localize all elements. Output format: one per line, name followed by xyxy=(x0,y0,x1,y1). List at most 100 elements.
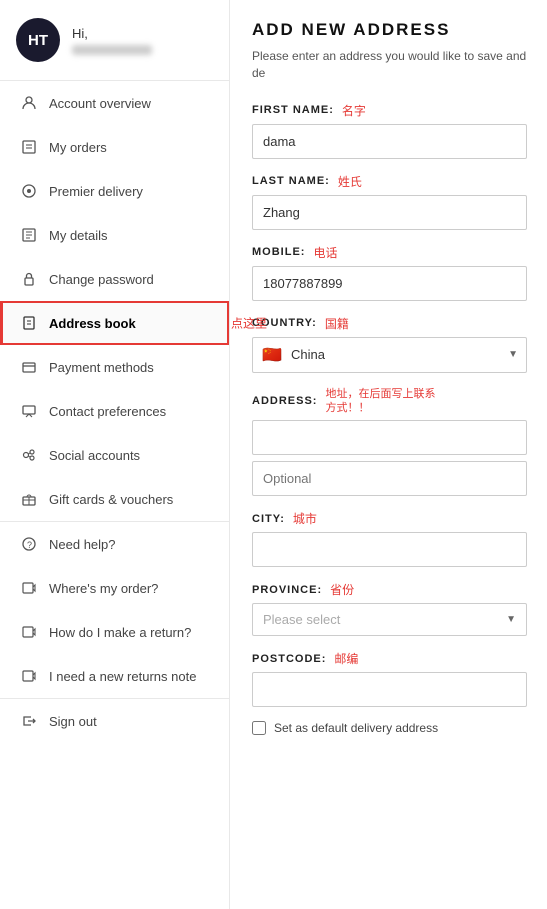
country-label-row: COUNTRY: 国籍 xyxy=(252,315,527,332)
first-name-label-row: FIRST NAME: 名字 xyxy=(252,102,527,119)
default-delivery-row: Set as default delivery address xyxy=(252,721,527,735)
mobile-annotation: 电话 xyxy=(313,244,337,261)
country-select-wrapper[interactable]: 🇨🇳 China ▼ xyxy=(252,337,527,373)
sidebar-item-wheres-my-order[interactable]: Where's my order? xyxy=(0,566,229,610)
first-name-annotation: 名字 xyxy=(342,102,366,119)
avatar: HT xyxy=(16,18,60,62)
address-label-row: ADDRESS: 地址，在后面写上联系方式！！ xyxy=(252,387,527,416)
province-label-row: PROVINCE: 省份 xyxy=(252,581,527,598)
sidebar-item-returns-note[interactable]: I need a new returns note xyxy=(0,654,229,698)
sidebar-item-how-return[interactable]: How do I make a return? xyxy=(0,610,229,654)
city-input[interactable] xyxy=(252,532,527,567)
country-annotation: 国籍 xyxy=(325,315,349,332)
postcode-input[interactable] xyxy=(252,672,527,707)
user-info: Hi, xyxy=(72,26,152,55)
last-name-field: LAST NAME: 姓氏 xyxy=(252,173,527,230)
country-select[interactable]: China xyxy=(291,347,504,362)
sidebar-item-label: Gift cards & vouchers xyxy=(49,492,213,507)
mobile-label-row: MOBILE: 电话 xyxy=(252,244,527,261)
signout-icon xyxy=(19,711,39,731)
province-field: PROVINCE: 省份 Please select ▼ xyxy=(252,581,527,636)
sidebar-item-need-help[interactable]: ? Need help? xyxy=(0,522,229,566)
user-name-blurred xyxy=(72,45,152,55)
sidebar-item-change-password[interactable]: Change password xyxy=(0,257,229,301)
lock-icon xyxy=(19,269,39,289)
city-field: CITY: 城市 xyxy=(252,510,527,567)
sidebar: HT Hi, Account overview My orders xyxy=(0,0,230,909)
postcode-field: POSTCODE: 邮编 xyxy=(252,650,527,707)
page-title: ADD NEW ADDRESS xyxy=(252,20,527,40)
sidebar-item-social-accounts[interactable]: Social accounts xyxy=(0,433,229,477)
province-select-wrapper[interactable]: Please select ▼ xyxy=(252,603,527,636)
city-label: CITY: xyxy=(252,513,285,525)
last-name-annotation: 姓氏 xyxy=(338,173,362,190)
country-flag: 🇨🇳 xyxy=(261,344,283,366)
address-book-icon xyxy=(19,313,39,333)
address-line1-input[interactable] xyxy=(252,420,527,455)
user-header: HT Hi, xyxy=(0,0,229,81)
premier-icon xyxy=(19,181,39,201)
sidebar-item-label: How do I make a return? xyxy=(49,625,213,640)
first-name-label: FIRST NAME: xyxy=(252,104,334,116)
returns-note-icon xyxy=(19,666,39,686)
country-field: COUNTRY: 国籍 🇨🇳 China ▼ xyxy=(252,315,527,373)
address-book-wrapper: Address book 点这里 xyxy=(0,301,229,345)
sidebar-item-contact-preferences[interactable]: Contact preferences xyxy=(0,389,229,433)
svg-text:?: ? xyxy=(27,540,32,550)
mobile-label: MOBILE: xyxy=(252,246,305,258)
province-label: PROVINCE: xyxy=(252,584,322,596)
order-track-icon xyxy=(19,578,39,598)
last-name-label-row: LAST NAME: 姓氏 xyxy=(252,173,527,190)
address-annotation: 地址，在后面写上联系方式！！ xyxy=(325,387,435,416)
chevron-down-icon: ▼ xyxy=(508,349,518,360)
mobile-field: MOBILE: 电话 xyxy=(252,244,527,301)
chevron-down-icon: ▼ xyxy=(506,614,516,625)
help-icon: ? xyxy=(19,534,39,554)
sign-out-label: Sign out xyxy=(49,714,213,729)
last-name-label: LAST NAME: xyxy=(252,175,330,187)
user-greeting: Hi, xyxy=(72,26,152,41)
sidebar-item-label: Payment methods xyxy=(49,360,213,375)
sidebar-item-premier-delivery[interactable]: Premier delivery xyxy=(0,169,229,213)
postcode-annotation: 邮编 xyxy=(334,650,358,667)
sidebar-item-label: Address book xyxy=(49,316,213,331)
sidebar-item-my-details[interactable]: My details xyxy=(0,213,229,257)
sidebar-item-address-book[interactable]: Address book xyxy=(0,301,229,345)
orders-icon xyxy=(19,137,39,157)
address-line2-input[interactable] xyxy=(252,461,527,496)
sidebar-item-label: I need a new returns note xyxy=(49,669,213,684)
sidebar-item-my-orders[interactable]: My orders xyxy=(0,125,229,169)
address-field: ADDRESS: 地址，在后面写上联系方式！！ xyxy=(252,387,527,497)
city-label-row: CITY: 城市 xyxy=(252,510,527,527)
gift-icon xyxy=(19,489,39,509)
page-subtitle: Please enter an address you would like t… xyxy=(252,48,527,82)
first-name-field: FIRST NAME: 名字 xyxy=(252,102,527,159)
sidebar-item-account-overview[interactable]: Account overview xyxy=(0,81,229,125)
address-book-annotation: 点这里 xyxy=(231,315,267,332)
sidebar-item-label: Where's my order? xyxy=(49,581,213,596)
social-icon xyxy=(19,445,39,465)
nav-list: Account overview My orders Premier deliv… xyxy=(0,81,229,743)
sidebar-item-label: Change password xyxy=(49,272,213,287)
province-select[interactable]: Please select xyxy=(263,612,502,627)
sidebar-item-label: Social accounts xyxy=(49,448,213,463)
default-delivery-label[interactable]: Set as default delivery address xyxy=(274,721,438,735)
sidebar-item-payment-methods[interactable]: Payment methods xyxy=(0,345,229,389)
details-icon xyxy=(19,225,39,245)
last-name-input[interactable] xyxy=(252,195,527,230)
sidebar-item-sign-out[interactable]: Sign out xyxy=(0,699,229,743)
sidebar-item-gift-cards[interactable]: Gift cards & vouchers xyxy=(0,477,229,521)
postcode-label-row: POSTCODE: 邮编 xyxy=(252,650,527,667)
sidebar-item-label: Need help? xyxy=(49,537,213,552)
city-annotation: 城市 xyxy=(293,510,317,527)
mobile-input[interactable] xyxy=(252,266,527,301)
first-name-input[interactable] xyxy=(252,124,527,159)
sidebar-item-label: My orders xyxy=(49,140,213,155)
payment-icon xyxy=(19,357,39,377)
return-icon xyxy=(19,622,39,642)
sidebar-item-label: My details xyxy=(49,228,213,243)
sidebar-item-label: Contact preferences xyxy=(49,404,213,419)
contact-icon xyxy=(19,401,39,421)
sidebar-item-label: Premier delivery xyxy=(49,184,213,199)
default-delivery-checkbox[interactable] xyxy=(252,721,266,735)
